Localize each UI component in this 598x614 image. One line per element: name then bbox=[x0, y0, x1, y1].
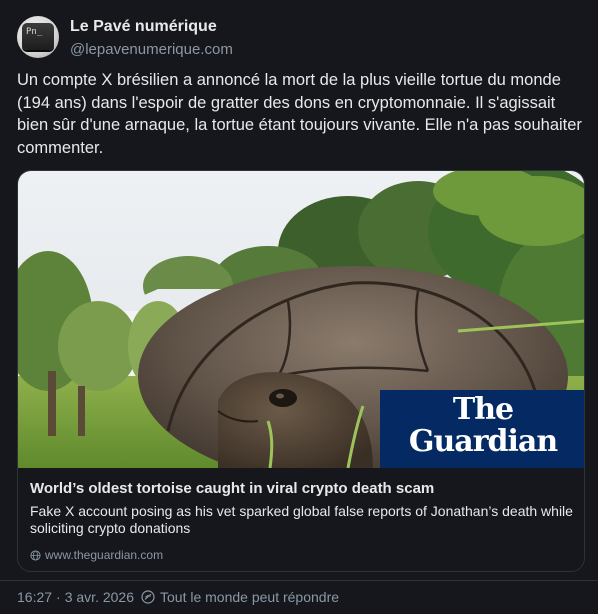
reply-setting[interactable]: Tout le monde peut répondre bbox=[160, 589, 339, 605]
post-text: Un compte X brésilien a annoncé la mort … bbox=[17, 71, 582, 157]
post-time[interactable]: 16:27 bbox=[17, 589, 52, 605]
card-image[interactable]: The Guardian bbox=[18, 171, 584, 468]
avatar-glyph: Pn_ bbox=[26, 27, 43, 37]
keyboard-key-icon: Pn_ bbox=[22, 23, 54, 50]
post-footer: 16:27 · 3 avr. 2026 Tout le monde peut r… bbox=[17, 589, 339, 605]
reply-settings-icon bbox=[141, 590, 155, 604]
post-date[interactable]: 3 avr. 2026 bbox=[65, 589, 134, 605]
logo-line-the: The bbox=[452, 392, 514, 427]
card-description: Fake X account posing as his vet sparked… bbox=[30, 503, 573, 536]
post: Pn_ Le Pavé numérique @lepavenumerique.c… bbox=[0, 0, 598, 614]
card-title[interactable]: World’s oldest tortoise caught in viral … bbox=[30, 480, 578, 497]
divider bbox=[0, 580, 598, 581]
author-name[interactable]: Le Pavé numérique bbox=[70, 18, 217, 36]
author-avatar[interactable]: Pn_ bbox=[17, 16, 59, 58]
card-domain[interactable]: www.theguardian.com bbox=[30, 548, 163, 562]
card-body[interactable]: World’s oldest tortoise caught in viral … bbox=[18, 468, 584, 571]
card-domain-text: www.theguardian.com bbox=[45, 548, 164, 562]
globe-icon bbox=[30, 549, 41, 561]
link-card[interactable]: The Guardian World’s oldest tortoise cau… bbox=[17, 170, 585, 572]
separator: · bbox=[56, 589, 61, 605]
author-handle[interactable]: @lepavenumerique.com bbox=[70, 41, 233, 58]
guardian-logo: The Guardian bbox=[380, 390, 584, 468]
logo-line-guardian: Guardian bbox=[408, 424, 558, 459]
